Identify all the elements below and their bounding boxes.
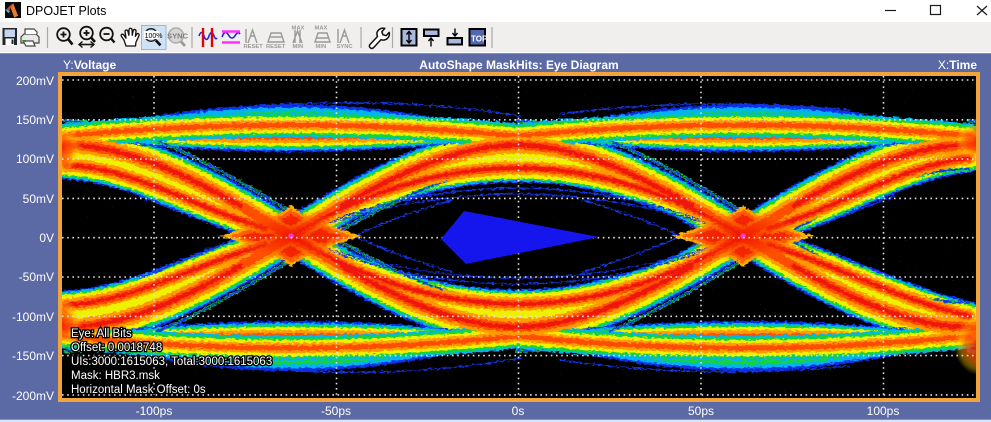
svg-text:MAX: MAX xyxy=(315,25,328,31)
svg-text:MAX: MAX xyxy=(292,25,305,31)
svg-text:Mask: HBR3.msk: Mask: HBR3.msk xyxy=(71,370,160,382)
svg-text:Horizontal Mask Offset: 0s: Horizontal Mask Offset: 0s xyxy=(71,384,206,396)
svg-text:SYNC: SYNC xyxy=(337,44,354,50)
svg-text:RESET: RESET xyxy=(244,44,264,50)
svg-text:MIN: MIN xyxy=(316,44,327,50)
svg-text:SYNC: SYNC xyxy=(167,32,189,41)
svg-text:100%: 100% xyxy=(145,33,163,40)
svg-text:TOP: TOP xyxy=(471,35,488,44)
svg-text:RESET: RESET xyxy=(266,44,286,50)
svg-text:MIN: MIN xyxy=(293,44,304,50)
svg-text:Offset: 0.0018748: Offset: 0.0018748 xyxy=(71,342,162,354)
svg-text:Eye: All Bits: Eye: All Bits xyxy=(71,328,132,340)
svg-text:UIs:3000:1615063, Total:3000:1: UIs:3000:1615063, Total:3000:1615063 xyxy=(71,356,272,368)
